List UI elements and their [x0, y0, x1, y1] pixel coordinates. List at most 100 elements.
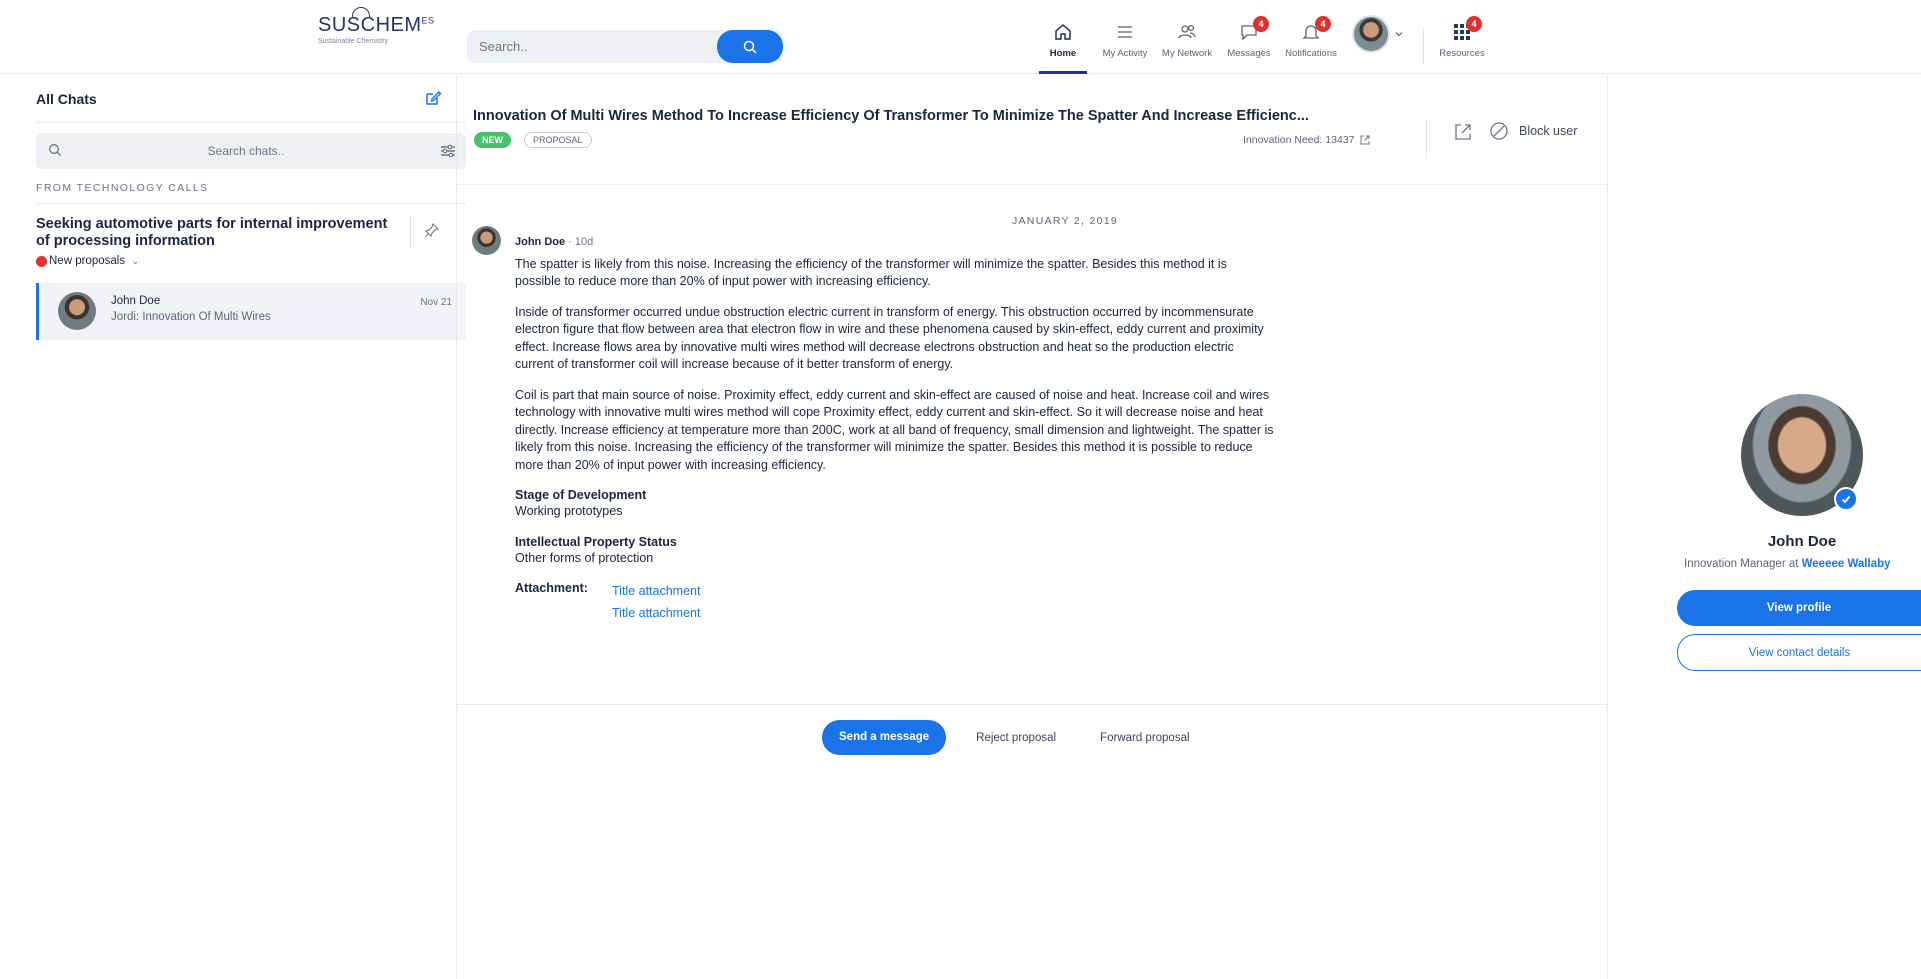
open-external-button[interactable]	[1453, 122, 1473, 147]
global-search	[467, 30, 783, 63]
view-profile-button[interactable]: View profile	[1677, 590, 1921, 626]
innovation-need-link[interactable]: Innovation Need: 13437	[1243, 134, 1371, 146]
list-item[interactable]: John Doe Jordi: Innovation Of Multi Wire…	[36, 283, 466, 340]
chats-sidebar: All Chats FROM TECHNOLOGY CALLS Seeking …	[22, 75, 466, 979]
status-dot	[36, 255, 47, 267]
date-separator: JANUARY 2, 2019	[1011, 215, 1119, 227]
avatar	[58, 292, 96, 330]
innovation-need-label: Innovation Need: 13437	[1243, 134, 1355, 146]
profile-name: John Doe	[1767, 533, 1837, 550]
logo-tagline: Sustainable Chemistry	[318, 38, 389, 45]
avatar	[1352, 15, 1390, 53]
divider	[457, 704, 1609, 705]
message-time: · 10d	[568, 236, 594, 248]
nav-my-activity[interactable]: My Activity	[1097, 20, 1153, 74]
search-icon	[743, 40, 757, 54]
conversation-panel: Innovation Of Multi Wires Method To Incr…	[456, 75, 1609, 979]
checkmark-icon	[1841, 495, 1851, 504]
nav-my-activity-label: My Activity	[1102, 48, 1148, 59]
view-contact-details-button[interactable]: View contact details	[1677, 634, 1921, 671]
logo-arc-mark	[352, 7, 370, 17]
message-paragraph: Inside of transformer occurred undue obs…	[515, 304, 1264, 372]
network-icon	[1178, 24, 1196, 39]
compose-icon	[426, 91, 442, 105]
forward-proposal-button[interactable]: Forward proposal	[1100, 732, 1189, 744]
nav-my-network-label: My Network	[1161, 48, 1213, 59]
profile-role: Innovation Manager at Weeeee Wallaby	[1684, 558, 1921, 570]
chat-search	[36, 133, 466, 169]
divider	[1426, 119, 1427, 159]
ip-status-label: Intellectual Property Status	[515, 534, 677, 549]
divider	[457, 184, 1609, 185]
activity-list-icon	[1118, 26, 1132, 38]
messages-badge: 4	[1253, 16, 1269, 32]
new-chat-button[interactable]	[424, 89, 442, 112]
chat-name: John Doe	[111, 295, 161, 307]
block-icon	[1490, 122, 1508, 140]
attachment-link[interactable]: Title attachment	[612, 602, 700, 624]
verified-badge	[1834, 487, 1858, 511]
suschem-logo[interactable]: SUSCHEMES Sustainable Chemistry	[318, 7, 436, 62]
avatar	[472, 226, 501, 255]
nav-notifications-label: Notifications	[1285, 48, 1337, 59]
logo-superscript: ES	[421, 15, 435, 26]
nav-resources[interactable]: 4 Resources	[1434, 16, 1490, 74]
block-user-button[interactable]: Block user	[1489, 121, 1577, 141]
ip-status-value: Other forms of protection	[515, 550, 654, 565]
proposal-tag: PROPOSAL	[524, 132, 592, 148]
message: John Doe · 10d The spatter is likely fro…	[515, 234, 1275, 624]
chat-date: Nov 21	[420, 297, 452, 308]
pin-button[interactable]	[424, 222, 440, 243]
stage-value: Working prototypes	[515, 504, 623, 518]
new-proposals-filter[interactable]: New proposals ⌄	[36, 255, 139, 267]
message-author: John Doe	[515, 236, 566, 248]
global-search-input[interactable]	[467, 30, 707, 63]
nav-profile-menu[interactable]	[1345, 15, 1411, 74]
message-paragraph: The spatter is likely from this noise. I…	[515, 256, 1227, 289]
nav-messages-label: Messages	[1227, 48, 1271, 59]
external-link-icon	[1455, 124, 1471, 140]
chevron-down-icon: ⌄	[131, 255, 140, 267]
attachment-link[interactable]: Title attachment	[612, 580, 700, 602]
logo-name: SUSCHEM	[318, 14, 422, 36]
nav-notifications[interactable]: 4 Notifications	[1283, 16, 1339, 74]
sidebar-title: All Chats	[36, 91, 97, 107]
external-link-icon	[1360, 135, 1370, 145]
attachments: Attachment: Title attachment Title attac…	[515, 580, 1275, 624]
company-link[interactable]: Weeeee Wallaby	[1802, 558, 1891, 570]
chat-preview: Jordi: Innovation Of Multi Wires	[111, 311, 271, 323]
reject-proposal-button[interactable]: Reject proposal	[976, 732, 1056, 744]
divider	[36, 122, 466, 123]
chat-search-input[interactable]	[76, 133, 416, 169]
search-icon	[49, 144, 61, 156]
pin-icon	[424, 222, 440, 238]
divider	[410, 215, 411, 249]
new-proposals-label: New proposals	[49, 255, 126, 267]
resources-badge: 4	[1466, 16, 1482, 32]
home-icon	[1055, 24, 1071, 40]
block-user-label: Block user	[1519, 124, 1578, 138]
nav-divider	[1423, 28, 1424, 64]
profile-role-text: Innovation Manager at	[1684, 558, 1802, 570]
nav-home[interactable]: Home	[1035, 20, 1091, 74]
section-label: FROM TECHNOLOGY CALLS	[36, 182, 209, 194]
nav-messages[interactable]: 4 Messages	[1221, 16, 1277, 74]
proposal-actions: Send a message Reject proposal Forward p…	[822, 720, 1190, 755]
filter-icon[interactable]	[440, 144, 456, 158]
global-search-button[interactable]	[717, 30, 783, 63]
nav-my-network[interactable]: My Network	[1159, 20, 1215, 74]
stage-label: Stage of Development	[515, 488, 647, 502]
attachment-label: Attachment:	[515, 581, 588, 595]
divider	[36, 203, 466, 204]
technology-call-title[interactable]: Seeking automotive parts for internal im…	[36, 216, 396, 250]
message-paragraph: Coil is part that main source of noise. …	[515, 387, 1274, 472]
chevron-down-icon	[1395, 32, 1403, 37]
main-nav: Home My Activity My Network 4 Messages 4…	[1035, 15, 1496, 74]
top-navigation-bar: SUSCHEMES Sustainable Chemistry Home My …	[0, 0, 1921, 74]
nav-resources-label: Resources	[1439, 48, 1485, 59]
conversation-title: Innovation Of Multi Wires Method To Incr…	[473, 108, 1309, 124]
new-tag: NEW	[474, 132, 511, 148]
nav-home-label: Home	[1049, 48, 1077, 59]
send-message-button[interactable]: Send a message	[822, 720, 947, 755]
notifications-badge: 4	[1315, 16, 1331, 32]
